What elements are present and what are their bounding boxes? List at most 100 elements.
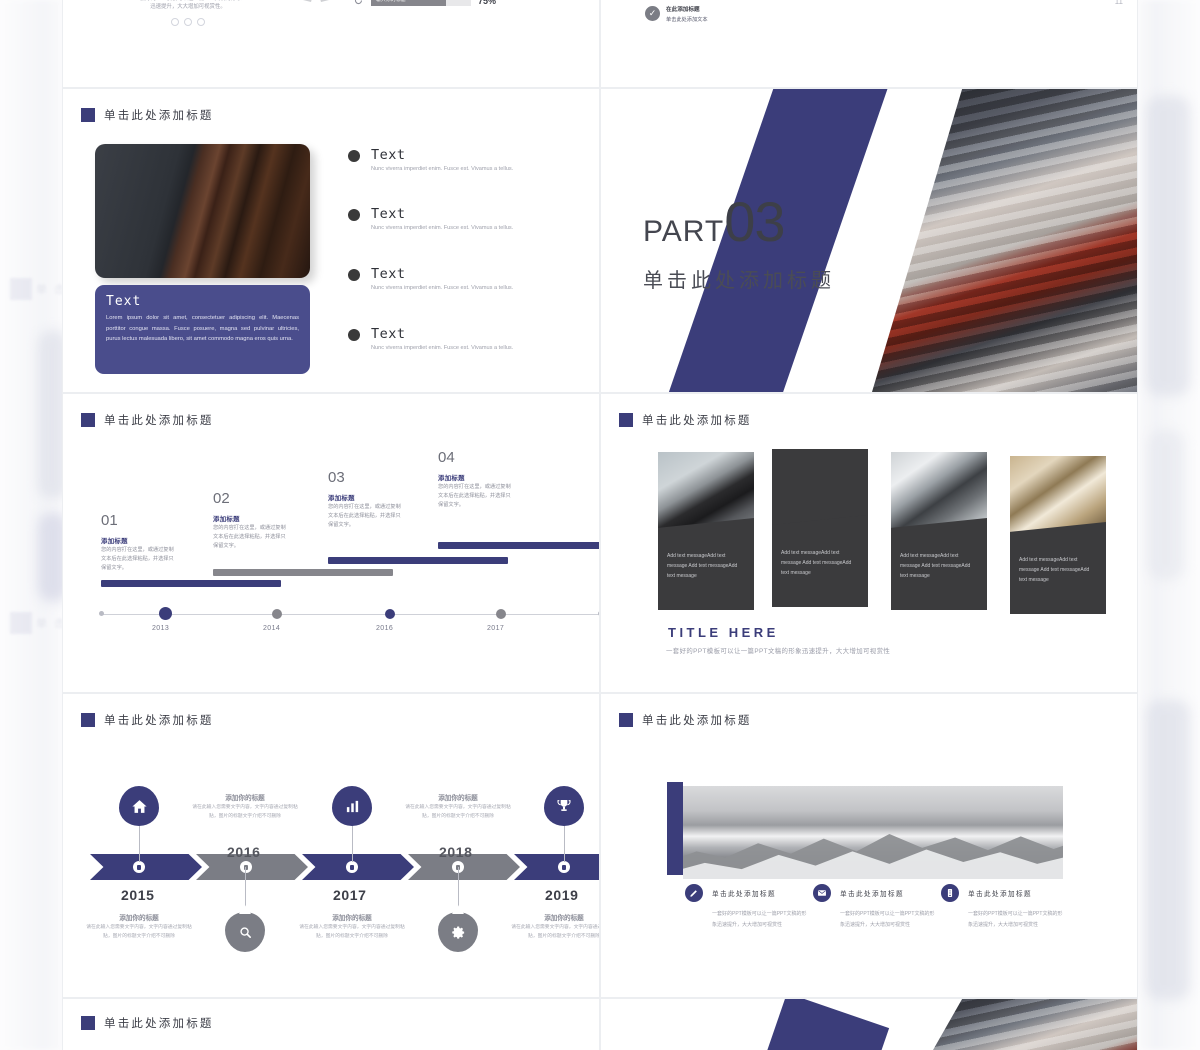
list-item[interactable]: Text Nunc viverra imperdiet enim. Fusce … [348,266,513,294]
slide-title: 单击此处添加标题 [81,412,214,428]
feature-item[interactable]: 单击此处添加标题 一套好的PPT模板可以让一篇PPT文稿的形象迅速提升，大大增加… [941,884,1064,930]
check-icon: ✓ [645,6,660,22]
pin-2015[interactable] [119,786,159,826]
mobile-icon [941,884,959,902]
gallery-footer-title: TITLE HERE [668,625,779,640]
feature-body: 一套好的PPT模板可以让一篇PPT文稿的形象迅速提升，大大增加可视赏性 [840,911,935,928]
timeline-caption-title: 添加你的标题 [438,795,478,802]
progress-bar-track: 输入你的标题 [371,0,471,6]
feature-title: 单击此处添加标题 [840,891,904,898]
list-item[interactable]: Text Nunc viverra imperdiet enim. Fusce … [348,206,513,234]
slide-fragment-top-left[interactable]: 一套好的PPT模板可以让一篇PPT文稿的形象迅速提升，大大增加可视赏性。 输入你… [62,0,600,88]
timeline-caption-title: 添加你的标题 [119,915,159,922]
list-item-title: 在此添加标题 [666,7,700,14]
gallery-card[interactable]: Add text messageAdd text message Add tex… [1010,456,1106,614]
trophy-icon [544,786,584,826]
pencil-icon [685,884,703,902]
chart-series-number: 01 [101,512,118,529]
timeline-caption-title: 添加你的标题 [544,915,584,922]
chart-tick-2017 [496,609,506,619]
slide-gantt-timeline[interactable]: 单击此处添加标题 01 添加标题 您的内容打在这里，或通过复制文本后在此选择粘贴… [62,393,600,693]
progress-percent: 75% [478,0,497,6]
timeline-caption-body: 请在此输入您需要文字内容，文字内容通过复制粘贴，图片的标题文字介绍不可删除 [192,805,298,819]
title-marker [81,108,95,122]
slide-fragment-bottom-right[interactable] [600,998,1138,1050]
list-item-body: Nunc viverra imperdiet enim. Fusce est. … [371,285,514,291]
timeline-year-label: 2018 [439,844,473,860]
chart-series-body: 您的内容打在这里，或通过复制文本后在此选择粘贴，并选择只保留文字。 [213,525,286,549]
slide-arrow-timeline[interactable]: 单击此处添加标题 2015 2016 2017 2018 2019 添加你的标题… [62,693,600,998]
pin-stem [352,824,353,862]
feature-item[interactable]: 单击此处添加标题 一套好的PPT模板可以让一篇PPT文稿的形象迅速提升，大大增加… [685,884,808,930]
vintage-camera-photo [772,449,868,541]
chart-series-number: 03 [328,469,345,486]
list-item[interactable]: Text Nunc viverra imperdiet enim. Fusce … [348,147,513,175]
snow-mountain-photo [683,786,1063,879]
circle-icon [197,17,205,26]
timeline-arrow-2015[interactable] [90,854,202,880]
progress-row: 输入你的标题 75% [353,0,496,6]
slide-mountain[interactable]: 单击此处添加标题 单击此处添加标题 一套好的PPT模板可以让一篇PPT文稿的形象… [600,693,1138,998]
timeline-year-label: 2016 [227,844,261,860]
list-item[interactable]: ✓ 在此添加标题 单击此处添加文本 [645,6,708,24]
slide-fragment-top-right[interactable]: ✓ 在此添加标题 单击此处添加文本 ✓ 在此添加标题 单击此处添加文本 [600,0,1138,88]
slide-title-text: 单击此处添加标题 [104,1018,214,1030]
slide-fragment-bottom-left[interactable]: 单击此处添加标题 [62,998,600,1050]
pin-2018[interactable] [438,912,478,952]
fragment-body-text: 一套好的PPT模板可以让一篇PPT文稿的形象迅速提升，大大增加可视赏性。 [134,0,241,11]
ghost-photo-right-top [1146,96,1190,396]
slide-photo-bullets[interactable]: 单击此处添加标题 Text Lorem ipsum dolor sit amet… [62,88,600,393]
arrow-node-icon [133,861,145,873]
workspace-photo [872,89,1137,392]
timeline-caption-body: 请在此输入您需要文字内容，文字内容通过复制粘贴，图片的标题文字介绍不可删除 [299,925,405,939]
pin-stem [564,824,565,862]
pin-2017[interactable] [332,786,372,826]
list-item[interactable]: Text Nunc viverra imperdiet enim. Fusce … [348,326,513,354]
list-item-body: Nunc viverra imperdiet enim. Fusce est. … [371,345,514,351]
arrow-node-icon [240,861,252,873]
timeline-arrow-2017[interactable] [302,854,414,880]
pin-2019[interactable] [544,786,584,826]
accent-bar [667,782,683,875]
slide-title-text: 单击此处添加标题 [104,715,214,727]
list-item-title: Text [371,147,406,163]
chart-axis-endpoint [99,611,104,616]
mail-icon [813,884,831,902]
feature-title: 单击此处添加标题 [712,891,776,898]
feature-item[interactable]: 单击此处添加标题 一套好的PPT模板可以让一篇PPT文稿的形象迅速提升，大大增加… [813,884,936,930]
businessman-photo [95,144,310,278]
gallery-card[interactable]: Add text messageAdd text message Add tex… [658,452,754,610]
gallery-card-text: Add text messageAdd text message Add tex… [900,553,971,579]
chart-series-label: 添加标题 [328,495,355,502]
slide-part-divider[interactable]: PART 03 单击此处添加标题 [600,88,1138,393]
timeline-arrow-2019[interactable] [514,854,599,880]
note-body: Lorem ipsum dolor sit amet, consectetuer… [106,315,299,343]
page-number: 11 [1114,0,1123,6]
timeline-year-label: 2015 [121,887,155,903]
pin-2016[interactable] [225,912,265,952]
part-subtitle: 单击此处添加标题 [643,270,835,292]
gear-icon [438,912,478,952]
ghost-square-left-mid [10,612,32,634]
bullet-dot-icon [348,329,360,341]
ghost-square-left-top [10,278,32,300]
timeline-caption-title: 添加你的标题 [332,915,372,922]
diagonal-blue-band [702,999,890,1050]
slide-gallery[interactable]: 单击此处添加标题 Add text messageAdd text messag… [600,393,1138,693]
checklist: ✓ 在此添加标题 单击此处添加文本 ✓ 在此添加标题 单击此处添加文本 [645,0,708,34]
feature-body: 一套好的PPT模板可以让一篇PPT文稿的形象迅速提升，大大增加可视赏性 [968,911,1063,928]
list-item-body: 单击此处添加文本 [666,16,708,23]
title-marker [81,713,95,727]
arrow-node-icon [346,861,358,873]
gallery-card[interactable]: Add text messageAdd text message Add tex… [772,449,868,607]
slide-title: 单击此处添加标题 [81,107,214,123]
bullet-dot-icon [348,150,360,162]
gallery-card[interactable]: Add text messageAdd text message Add tex… [891,452,987,610]
chart-tick-label: 2014 [263,625,281,632]
part-number: 03 [724,190,785,253]
bullet-dot-icon [348,209,360,221]
progress-bar-fill: 输入你的标题 [371,0,446,6]
chart-bar-04 [438,542,599,549]
blue-note-card: Text Lorem ipsum dolor sit amet, consect… [95,285,310,374]
chart-series-label: 添加标题 [101,538,128,545]
